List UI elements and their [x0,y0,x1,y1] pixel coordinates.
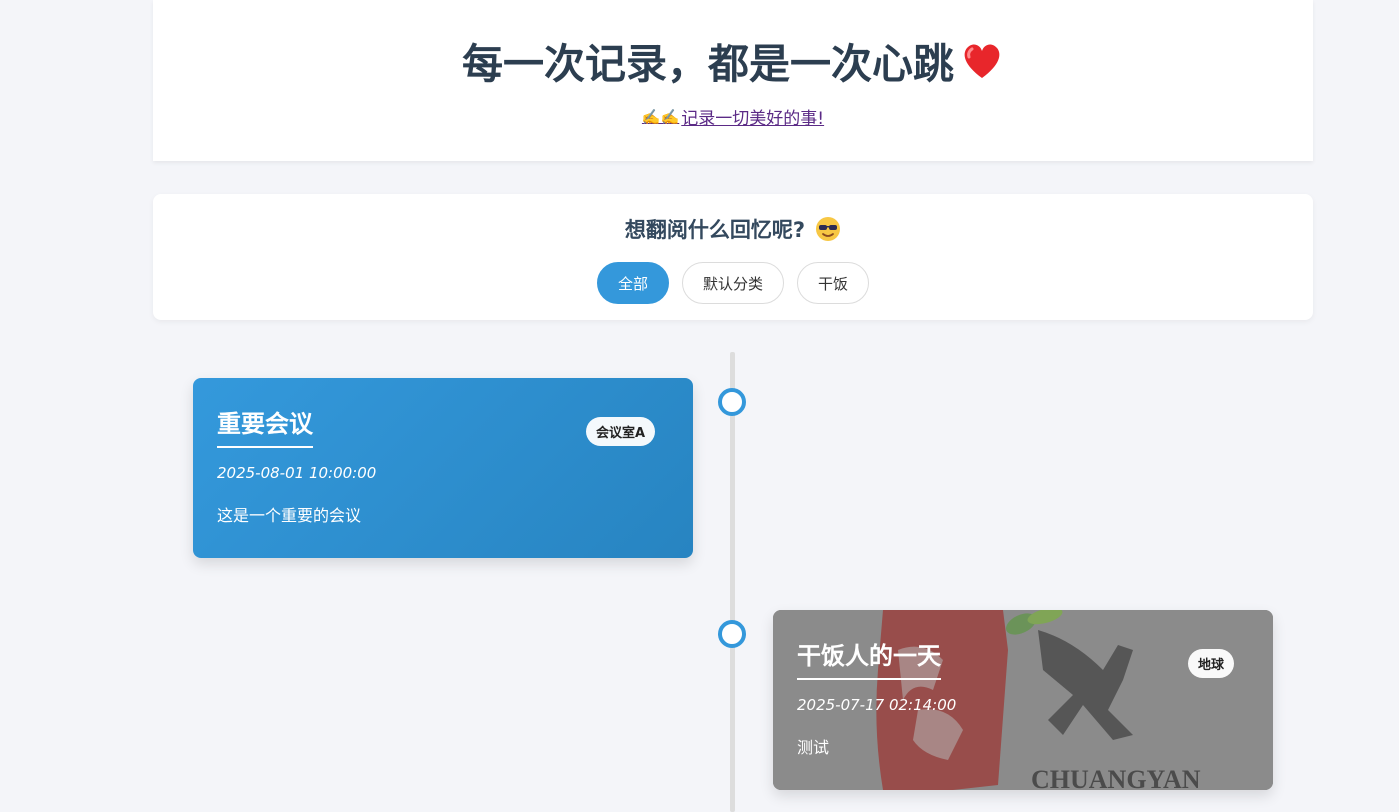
timeline-dot [718,388,746,416]
filter-card: 想翻阅什么回忆呢? 全部 默认分类 干饭 [153,194,1313,320]
filter-title: 想翻阅什么回忆呢? [153,214,1313,244]
subtitle-link[interactable]: ✍️✍️ 记录一切美好的事! [641,104,825,130]
event-description: 测试 [797,738,830,757]
timeline-event-card[interactable]: 重要会议 2025-08-01 10:00:00 这是一个重要的会议 会议室A [193,378,693,558]
event-description: 这是一个重要的会议 [217,506,362,525]
filter-button-default[interactable]: 默认分类 [681,262,784,304]
timeline-event-card[interactable]: CHUANGYAN 干饭人的一天 2025-07-17 02:14:00 测试 … [773,610,1273,790]
filter-button-all[interactable]: 全部 [596,262,669,304]
sunglasses-face-icon [815,216,841,242]
event-datetime: 2025-07-17 02:14:00 [797,696,957,714]
event-title: 重要会议 [217,404,313,448]
filter-button-group: 全部 默认分类 干饭 [153,262,1313,304]
event-card-content: 干饭人的一天 2025-07-17 02:14:00 测试 [773,610,1273,790]
header-card: 每一次记录，都是一次心跳 ✍️✍️ 记录一切美好的事! [153,0,1313,161]
page-title: 每一次记录，都是一次心跳 [153,30,1313,90]
subtitle: ✍️✍️ 记录一切美好的事! [153,104,1313,130]
writing-hand-icon: ✍️✍️ [641,107,680,126]
heart-icon [960,40,1004,80]
filter-title-text: 想翻阅什么回忆呢? [624,218,806,242]
filter-button-food[interactable]: 干饭 [797,262,870,304]
location-badge: 会议室A [586,417,656,446]
page-title-text: 每一次记录，都是一次心跳 [462,40,954,88]
timeline-dot [718,620,746,648]
location-badge: 地球 [1188,649,1235,678]
subtitle-text: 记录一切美好的事! [681,109,825,129]
event-card-content: 重要会议 2025-08-01 10:00:00 这是一个重要的会议 [193,378,693,558]
event-title: 干饭人的一天 [797,636,941,680]
event-datetime: 2025-08-01 10:00:00 [217,464,377,482]
timeline-line [730,352,735,812]
